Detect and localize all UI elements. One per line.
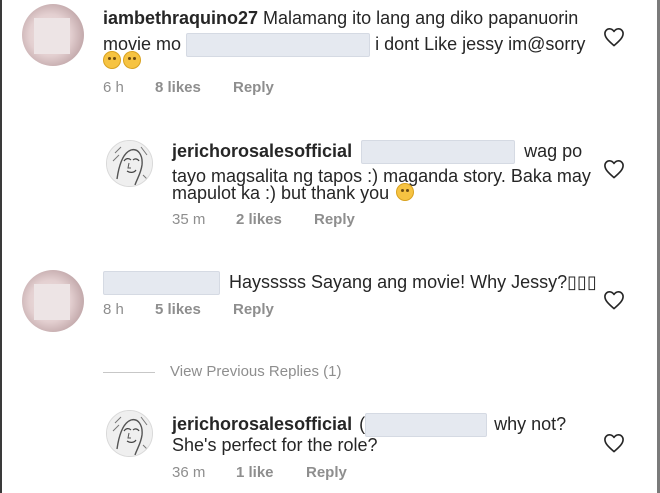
window-edge-left [0,0,2,493]
avatar[interactable] [22,270,84,332]
likes-count[interactable]: 2 likes [236,211,282,228]
comment-time: 35 m [172,211,206,228]
comment-username[interactable]: jerichorosalesofficial [172,414,352,434]
comment-time: 6 h [103,79,124,96]
face-emoji-icon [103,51,121,69]
sketch-portrait-icon [107,411,152,456]
comment-line: jerichorosalesofficial wag po [172,138,583,165]
avatar[interactable] [22,4,84,66]
comment-time: 8 h [103,301,124,318]
comment-line: movie mo i dont Like jessy im@sorry [103,31,586,58]
comment-text: wag po [524,141,583,161]
heart-outline-icon[interactable] [603,27,625,47]
comment-text: mapulot ka :) but thank you [172,183,390,203]
likes-count[interactable]: 1 like [236,464,274,481]
comment-username[interactable]: iambethraquino27 [103,8,258,28]
reply-button[interactable]: Reply [306,464,347,481]
sketch-portrait-icon [107,141,152,186]
reply-button[interactable]: Reply [233,79,274,96]
avatar[interactable] [106,410,153,457]
replies-divider [103,372,155,373]
comment-username[interactable]: jerichorosalesofficial [172,141,352,161]
comment-line: She's perfect for the role? [172,432,378,458]
redacted-mention [361,140,516,165]
likes-count[interactable]: 5 likes [155,301,201,318]
face-emoji-icon [396,183,415,201]
comment-line: iambethraquino27 Malamang ito lang ang d… [103,5,578,31]
comment-text: Malamang ito lang ang diko papanuorin [263,8,579,28]
view-previous-replies-link[interactable]: View Previous Replies (1) [170,363,341,380]
heart-outline-icon[interactable] [603,433,625,453]
redacted-mention [186,33,371,58]
likes-count[interactable]: 8 likes [155,79,201,96]
comment-text: Haysssss Sayang ang movie! Why Jessy?▯▯▯ [229,272,597,292]
face-emoji-icon [123,51,141,69]
reply-button[interactable]: Reply [233,301,274,318]
comment-text: why not? [494,414,567,434]
avatar[interactable] [106,140,153,187]
redacted-mention [365,413,488,438]
comment-line: mapulot ka :) but thank you [172,180,416,206]
comment-text: i dont Like jessy im@sorry [375,34,586,54]
heart-outline-icon[interactable] [603,159,625,179]
reply-button[interactable]: Reply [314,211,355,228]
heart-outline-icon[interactable] [603,290,625,310]
comment-text: She's perfect for the role? [172,435,378,455]
redacted-username [103,271,220,296]
comment-line [103,51,143,71]
comment-line: Haysssss Sayang ang movie! Why Jessy?▯▯▯ [103,269,597,296]
comment-time: 36 m [172,464,206,481]
